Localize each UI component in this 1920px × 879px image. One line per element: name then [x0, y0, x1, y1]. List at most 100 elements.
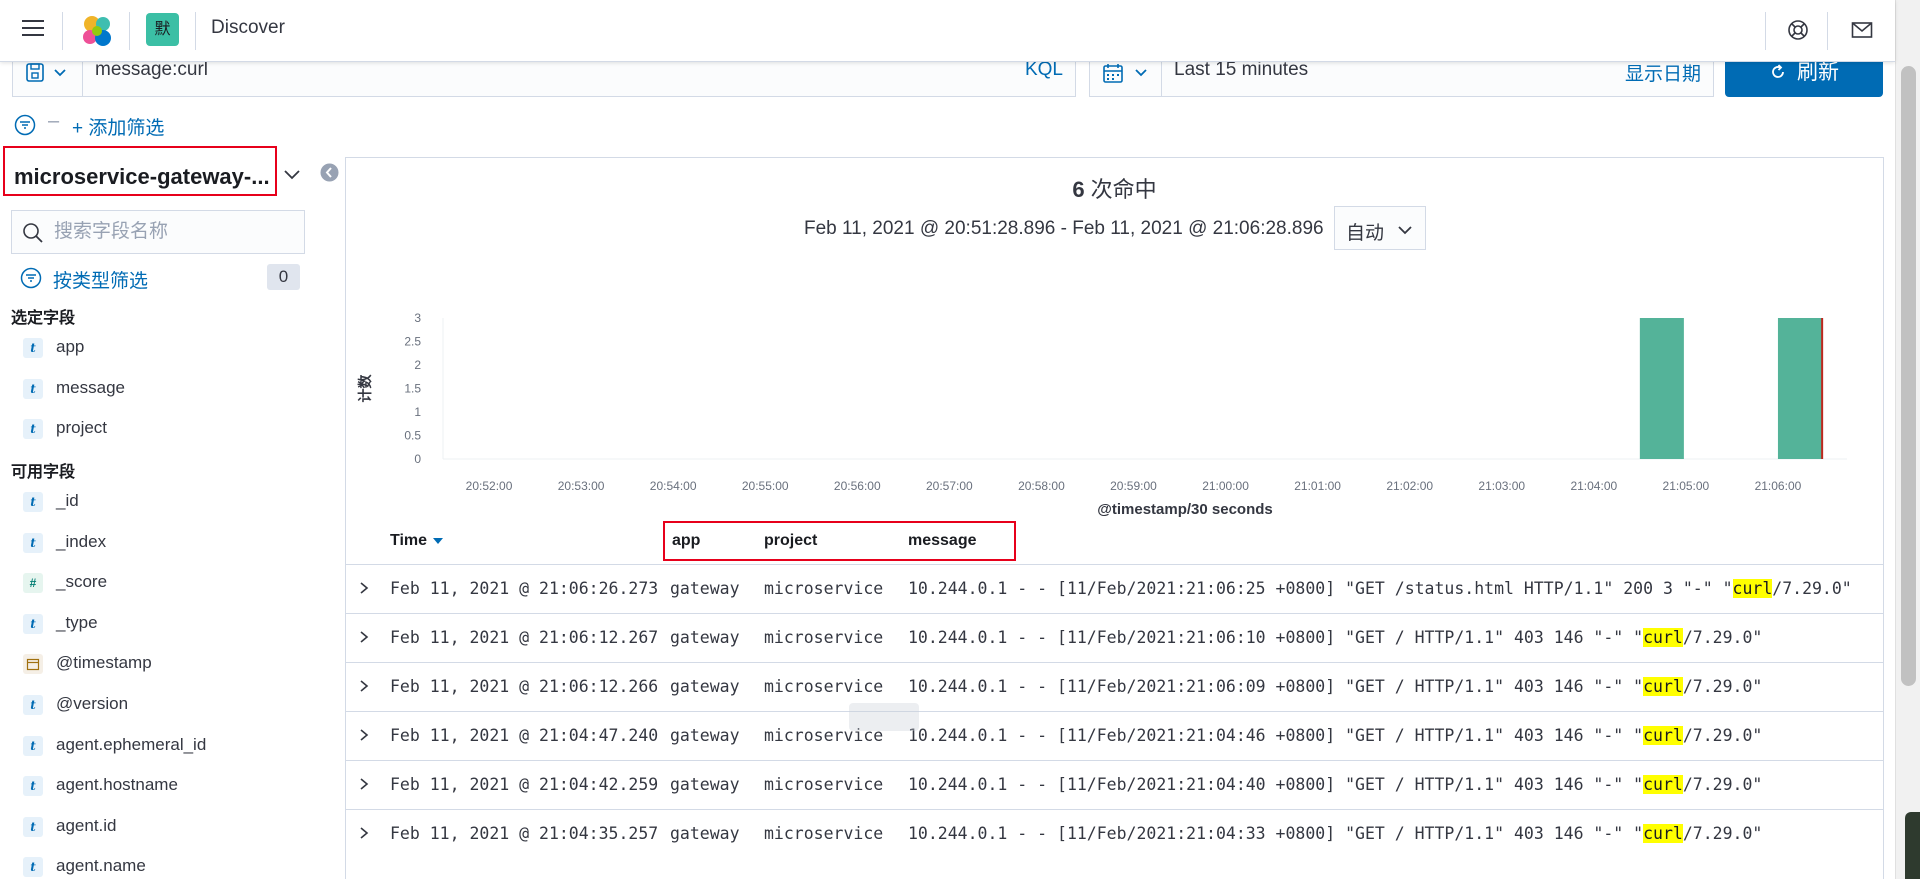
scrollbar-thumb[interactable] — [1901, 66, 1916, 686]
elastic-logo-icon[interactable] — [80, 14, 114, 48]
message-text: /7.29.0" — [1682, 677, 1763, 696]
mail-icon[interactable] — [1850, 18, 1874, 42]
header-divider — [129, 12, 130, 50]
cell-time: Feb 11, 2021 @ 21:06:26.273 — [390, 579, 659, 598]
tooltip-overlay — [849, 703, 919, 731]
table-row[interactable]: Feb 11, 2021 @ 21:06:12.266 gateway micros… — [346, 662, 1883, 711]
field-name: _id — [56, 491, 79, 510]
chevron-down-icon[interactable] — [282, 168, 302, 182]
histogram-chart[interactable]: 0 0.5 1 1.5 2 2.5 3 计数 20:52:00 20:53:00 20:54:00 2… — [346, 258, 1883, 528]
cell-project: microservice — [764, 677, 884, 696]
table-row[interactable]: Feb 11, 2021 @ 21:04:47.240 gateway micros… — [346, 711, 1883, 760]
filter-menu-icon[interactable] — [14, 114, 36, 136]
column-header-app[interactable]: app — [672, 532, 700, 550]
chevron-right-icon[interactable] — [358, 728, 370, 742]
cell-time: Feb 11, 2021 @ 21:04:35.257 — [390, 824, 659, 843]
field-name: agent.id — [56, 815, 117, 835]
x-tick-label: 20:54:00 — [650, 479, 697, 493]
filter-divider: – — [48, 110, 60, 132]
field-name: agent.name — [56, 856, 146, 876]
field-name: @version — [56, 694, 129, 713]
x-tick-label: 20:53:00 — [558, 479, 605, 493]
string-token-icon: t — [23, 492, 43, 512]
field-search-input[interactable] — [54, 211, 294, 253]
x-tick-label: 21:01:00 — [1294, 479, 1341, 493]
number-token-icon: # — [23, 573, 43, 594]
search-highlight: curl — [1643, 726, 1683, 745]
chevron-right-icon[interactable] — [358, 630, 370, 644]
field-name: agent.ephemeral_id — [56, 734, 207, 754]
message-text: /7.29.0" — [1682, 824, 1763, 843]
chevron-right-icon[interactable] — [358, 777, 370, 791]
string-token-icon: t — [23, 695, 43, 715]
cell-message: 10.244.0.1 - - [11/Feb/2021:21:06:09 +08… — [908, 677, 1762, 696]
search-highlight: curl — [1732, 579, 1773, 598]
collapse-sidebar-icon[interactable] — [320, 163, 339, 182]
field-name: app — [56, 337, 85, 356]
y-tick-label: 0 — [414, 452, 421, 466]
search-icon — [23, 223, 43, 243]
sort-descending-icon[interactable] — [433, 537, 444, 544]
string-token-icon: t — [23, 776, 43, 797]
column-header-time[interactable]: Time — [390, 532, 444, 550]
add-filter-button[interactable]: + 添加筛选 — [72, 113, 164, 140]
x-tick-label: 21:02:00 — [1386, 479, 1433, 493]
x-tick-label: 20:52:00 — [466, 479, 513, 493]
date-range-text[interactable]: Last 15 minutes — [1174, 59, 1308, 81]
table-row[interactable]: Feb 11, 2021 @ 21:04:42.259 gateway micros… — [346, 760, 1883, 809]
x-tick-label: 21:00:00 — [1202, 479, 1249, 493]
page-scrollbar[interactable] — [1895, 0, 1920, 879]
string-token-icon: t — [23, 419, 43, 440]
interval-select[interactable]: 自动 — [1334, 206, 1426, 250]
string-token-icon: t — [23, 857, 43, 878]
cell-app: gateway — [670, 824, 740, 843]
search-highlight: curl — [1643, 677, 1683, 696]
x-tick-label: 21:03:00 — [1478, 479, 1525, 493]
histogram-bar[interactable] — [1777, 318, 1822, 459]
space-avatar[interactable]: 默 — [146, 13, 179, 46]
hit-count-suffix: 次命中 — [1084, 177, 1157, 202]
histogram-bar[interactable] — [1639, 318, 1684, 459]
cell-project: microservice — [764, 628, 884, 647]
cell-project: microservice — [764, 775, 884, 794]
cell-project: microservice — [764, 824, 884, 843]
available-fields-title: 可用字段 — [11, 464, 76, 481]
field-name: _index — [56, 531, 107, 551]
y-tick-label: 3 — [414, 311, 421, 325]
table-row[interactable]: Feb 11, 2021 @ 21:06:12.267 gateway micros… — [346, 613, 1883, 662]
header-divider — [1827, 12, 1828, 50]
search-highlight: curl — [1643, 824, 1683, 843]
field-search — [11, 210, 305, 254]
table-row[interactable]: Feb 11, 2021 @ 21:06:26.273 gateway micros… — [346, 564, 1883, 613]
index-pattern-selector[interactable]: microservice-gateway-... — [3, 146, 277, 196]
x-tick-label: 20:56:00 — [834, 479, 881, 493]
calendar-token-icon — [23, 654, 43, 675]
message-text: 10.244.0.1 - - [11/Feb/2021:21:04:46 +08… — [908, 726, 1644, 745]
x-tick-label: 21:04:00 — [1570, 479, 1617, 493]
column-header-message[interactable]: message — [908, 532, 977, 550]
cell-time: Feb 11, 2021 @ 21:04:47.240 — [390, 726, 659, 745]
cell-time: Feb 11, 2021 @ 21:04:42.259 — [390, 775, 659, 794]
hamburger-menu-icon[interactable] — [22, 20, 44, 38]
string-token-icon: t — [23, 613, 43, 634]
refresh-icon — [1772, 64, 1784, 78]
search-highlight: curl — [1643, 628, 1683, 647]
help-icon[interactable] — [1786, 18, 1810, 42]
header-divider — [1765, 12, 1766, 50]
results-panel: 6 次命中 Feb 11, 2021 @ 20:51:28.896 - Feb … — [345, 157, 1884, 879]
column-header-project[interactable]: project — [764, 532, 817, 550]
table-row[interactable]: Feb 11, 2021 @ 21:04:35.257 gateway micros… — [346, 809, 1883, 858]
query-input[interactable]: message:curl — [95, 59, 208, 81]
message-text: 10.244.0.1 - - [11/Feb/2021:21:06:09 +08… — [908, 677, 1644, 696]
x-tick-label: 20:58:00 — [1018, 479, 1065, 493]
chevron-right-icon[interactable] — [358, 826, 370, 840]
string-token-icon: t — [23, 816, 43, 837]
show-dates-button[interactable]: 显示日期 — [1625, 59, 1701, 86]
field-name: @timestamp — [56, 653, 152, 673]
save-icon — [26, 63, 66, 82]
chevron-right-icon[interactable] — [358, 581, 370, 595]
chevron-right-icon[interactable] — [358, 679, 370, 693]
column-header-time-label: Time — [390, 532, 428, 549]
query-language-button[interactable]: KQL — [1025, 59, 1063, 81]
message-text: 10.244.0.1 - - [11/Feb/2021:21:06:25 +08… — [908, 579, 1733, 598]
